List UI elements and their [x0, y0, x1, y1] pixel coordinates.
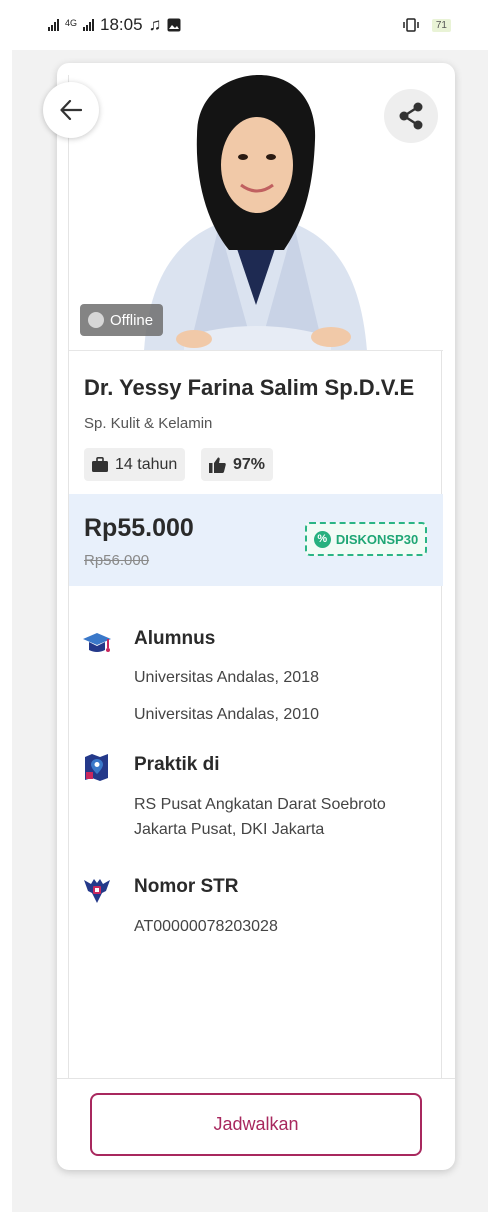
share-icon: [399, 102, 423, 130]
rating-chip: 97%: [201, 448, 274, 481]
price-section: Rp55.000 Rp56.000 % DISKONSP30: [69, 494, 443, 586]
arrow-left-icon: [60, 100, 82, 120]
graduation-cap-icon: [83, 633, 111, 652]
status-bar: 4G 18:05 ♫ 71: [0, 0, 493, 50]
status-badge: Offline: [80, 304, 164, 336]
back-button[interactable]: [43, 82, 99, 138]
network-type: 4G: [65, 18, 78, 28]
practice-hospital: RS Pusat Angkatan Darat Soebroto: [134, 796, 386, 813]
experience-chip: 14 tahun: [84, 448, 186, 481]
status-left: 4G 18:05 ♫: [48, 15, 181, 35]
original-price: Rp56.000: [84, 552, 150, 569]
garuda-emblem-icon: [84, 879, 110, 903]
hospital-location-icon: [85, 754, 108, 781]
experience-label: 14 tahun: [115, 455, 178, 473]
signal-icon-2: [83, 19, 95, 31]
signal-icon: [48, 19, 59, 31]
status-time: 18:05: [100, 15, 143, 34]
schedule-button[interactable]: Jadwalkan: [90, 1093, 422, 1156]
music-icon: ♫: [148, 15, 162, 34]
briefcase-icon: [92, 457, 108, 472]
offline-dot-icon: [88, 312, 104, 328]
vibrate-icon: [403, 18, 419, 32]
str-number: AT00000078203028: [134, 918, 278, 935]
promo-code-badge[interactable]: % DISKONSP30: [305, 522, 427, 556]
doctor-name: Dr. Yessy Farina Salim Sp.D.V.E: [84, 375, 415, 400]
status-badge-label: Offline: [110, 311, 154, 329]
doctor-card-inner: Offline Dr. Yessy Farina Salim Sp.D.V.E …: [68, 75, 443, 1078]
share-button[interactable]: [384, 89, 438, 143]
status-right: 71: [402, 18, 451, 32]
rating-label: 97%: [233, 455, 266, 473]
alumnus-item: Universitas Andalas, 2010: [134, 706, 319, 723]
bottom-divider: [57, 1078, 455, 1079]
alumnus-title: Alumnus: [134, 628, 216, 649]
doctor-card: Offline Dr. Yessy Farina Salim Sp.D.V.E …: [57, 63, 455, 1170]
alumnus-item: Universitas Andalas, 2018: [134, 669, 319, 686]
practice-title: Praktik di: [134, 754, 220, 775]
promo-code-label: DISKONSP30: [335, 531, 419, 547]
str-title: Nomor STR: [134, 876, 239, 897]
thumbs-up-icon: [209, 457, 226, 473]
price: Rp55.000: [84, 514, 194, 542]
battery-level: 71: [431, 18, 451, 32]
gallery-icon: [167, 18, 181, 32]
doctor-specialty: Sp. Kulit & Kelamin: [84, 415, 213, 432]
discount-icon: %: [313, 530, 331, 548]
practice-city: Jakarta Pusat, DKI Jakarta: [134, 821, 325, 838]
